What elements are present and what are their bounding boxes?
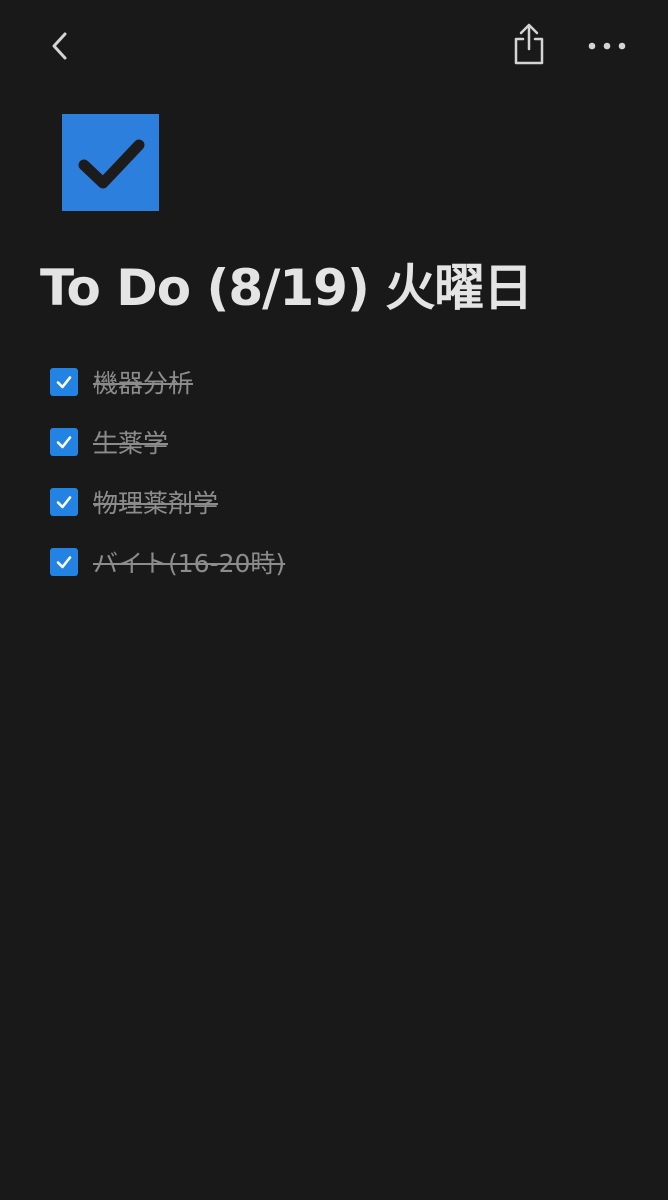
todo-text[interactable]: 生薬学 (93, 424, 168, 460)
todo-checkbox[interactable] (50, 488, 78, 516)
chevron-left-icon (52, 32, 67, 60)
checkbox-icon (62, 114, 159, 211)
page-icon[interactable] (62, 114, 159, 211)
checkmark-icon (56, 556, 72, 569)
checkmark-icon (56, 496, 72, 509)
todo-item: 物理薬剤学 (50, 472, 630, 532)
checkmark-icon (56, 376, 72, 389)
checkmark-icon (56, 436, 72, 449)
todo-list: 機器分析 生薬学 物理薬剤学 バイト(16-20時) (50, 352, 630, 592)
todo-checkbox[interactable] (50, 368, 78, 396)
back-button[interactable] (36, 24, 84, 68)
todo-item: 機器分析 (50, 352, 630, 412)
todo-item: バイト(16-20時) (50, 532, 630, 592)
top-navigation-bar (0, 0, 668, 92)
share-icon (514, 23, 544, 65)
todo-checkbox[interactable] (50, 548, 78, 576)
todo-item: 生薬学 (50, 412, 630, 472)
todo-text[interactable]: 機器分析 (93, 364, 193, 400)
todo-text[interactable]: バイト(16-20時) (93, 544, 285, 580)
todo-text[interactable]: 物理薬剤学 (93, 484, 218, 520)
page-title[interactable]: To Do (8/19) 火曜日 (40, 252, 640, 324)
more-options-button[interactable] (582, 24, 632, 68)
todo-checkbox[interactable] (50, 428, 78, 456)
more-horizontal-icon (588, 42, 626, 50)
share-button[interactable] (504, 20, 554, 70)
